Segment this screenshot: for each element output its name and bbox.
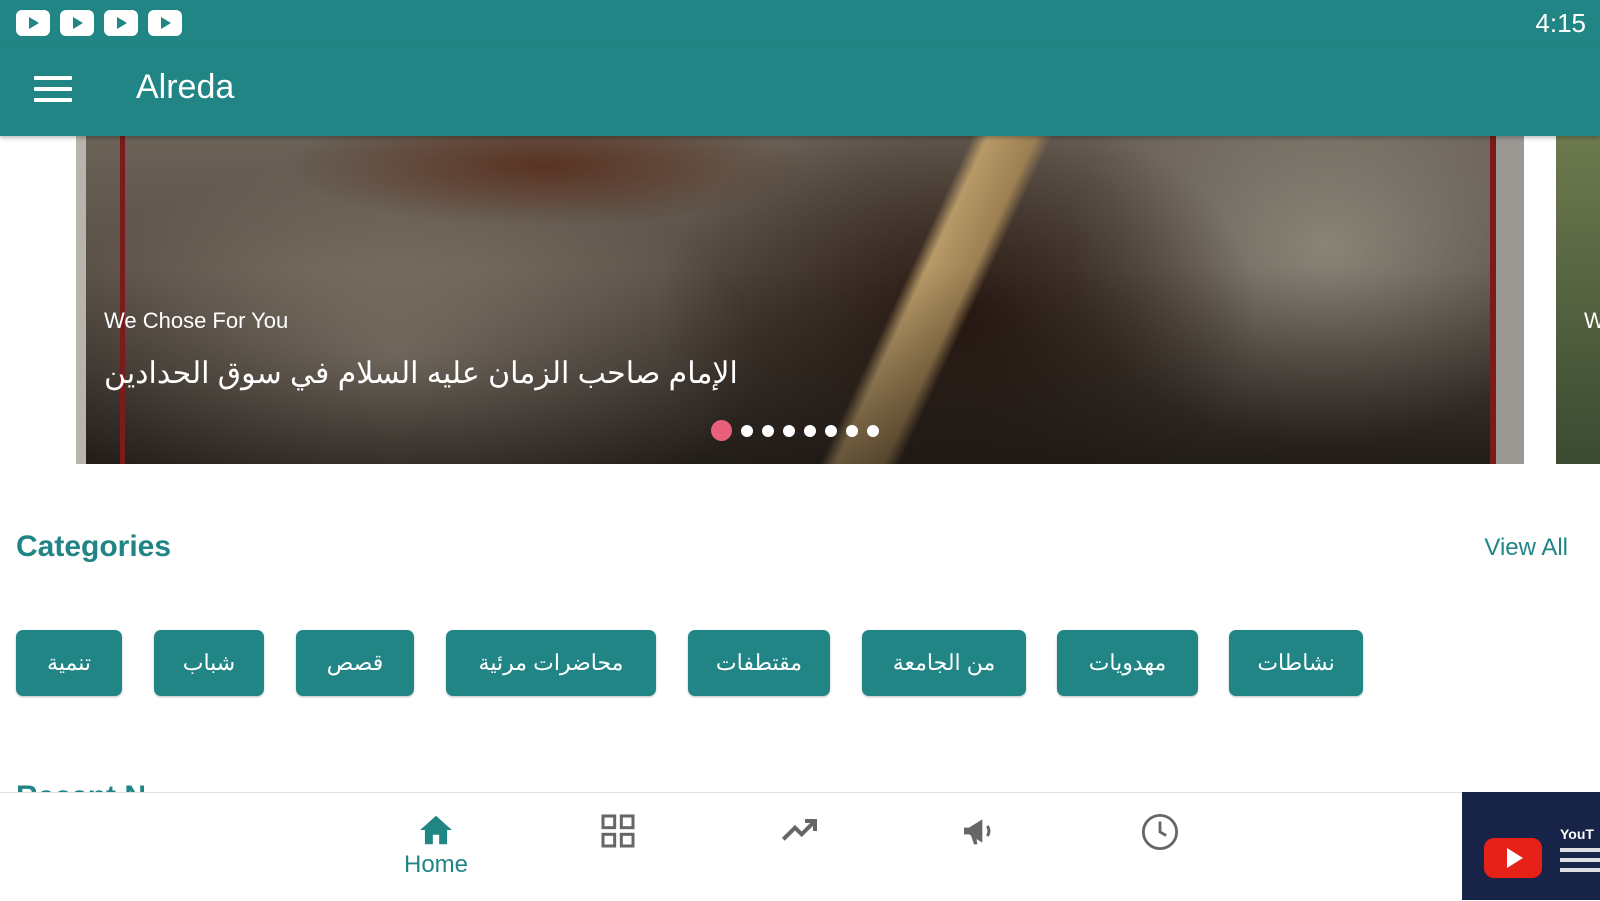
- trending-icon: [781, 819, 817, 841]
- next-slide-peek[interactable]: W: [1556, 136, 1600, 464]
- youtube-overlay[interactable]: YouT: [1462, 792, 1600, 900]
- youtube-notification-icon: [60, 10, 94, 36]
- featured-carousel[interactable]: We Chose For You الإمام صاحب الزمان عليه…: [76, 136, 1524, 464]
- app-bar: Alreda: [0, 46, 1600, 136]
- youtube-notification-icon: [16, 10, 50, 36]
- carousel-dot[interactable]: [804, 424, 816, 437]
- home-icon: [420, 815, 452, 845]
- youtube-notification-icon: [104, 10, 138, 36]
- categories-title: Categories: [16, 530, 172, 563]
- view-all-link[interactable]: View All: [1484, 534, 1568, 562]
- overlay-arabic-text-graphic: [1560, 848, 1600, 888]
- slide-title[interactable]: الإمام صاحب الزمان عليه السلام في سوق ال…: [104, 356, 738, 391]
- carousel-dot[interactable]: [762, 424, 774, 437]
- next-slide-label: W: [1584, 308, 1600, 333]
- clock-icon: [1141, 813, 1179, 851]
- carousel-dot[interactable]: [825, 424, 837, 437]
- category-chip[interactable]: شباب: [154, 630, 264, 696]
- grid-icon: [601, 814, 635, 848]
- carousel-dot[interactable]: [783, 424, 795, 437]
- carousel-dot[interactable]: [711, 420, 732, 441]
- category-chip[interactable]: مقتطفات: [688, 630, 830, 696]
- carousel-pagination[interactable]: [711, 420, 879, 441]
- slide-label: We Chose For You: [104, 308, 289, 333]
- megaphone-icon: [964, 819, 991, 845]
- youtube-logo-icon: [1484, 838, 1542, 878]
- menu-icon[interactable]: [34, 76, 72, 106]
- youtube-notification-icon: [148, 10, 182, 36]
- category-chip[interactable]: قصص: [296, 630, 414, 696]
- nav-home-label: Home: [403, 851, 469, 878]
- nav-announcements[interactable]: [934, 811, 1024, 851]
- status-bar: 4:15: [0, 0, 1600, 46]
- category-chip[interactable]: من الجامعة: [862, 630, 1026, 696]
- youtube-overlay-text: YouT: [1560, 826, 1594, 842]
- nav-recent[interactable]: [1115, 811, 1205, 853]
- status-time: 4:15: [1535, 8, 1586, 38]
- carousel-dot[interactable]: [741, 424, 753, 437]
- next-section-title: Recent N: [16, 780, 176, 792]
- category-chip[interactable]: تنمية: [16, 630, 122, 696]
- category-chip[interactable]: مهدويات: [1057, 630, 1198, 696]
- category-chip[interactable]: نشاطات: [1229, 630, 1363, 696]
- nav-trending[interactable]: [755, 811, 845, 851]
- category-chip[interactable]: محاضرات مرئية: [446, 630, 656, 696]
- nav-categories[interactable]: [573, 811, 663, 851]
- app-title: Alreda: [136, 68, 235, 106]
- carousel-dot[interactable]: [867, 424, 879, 437]
- nav-home[interactable]: Home: [391, 811, 481, 879]
- bottom-navigation: Home: [0, 792, 1600, 901]
- carousel-dot[interactable]: [846, 424, 858, 437]
